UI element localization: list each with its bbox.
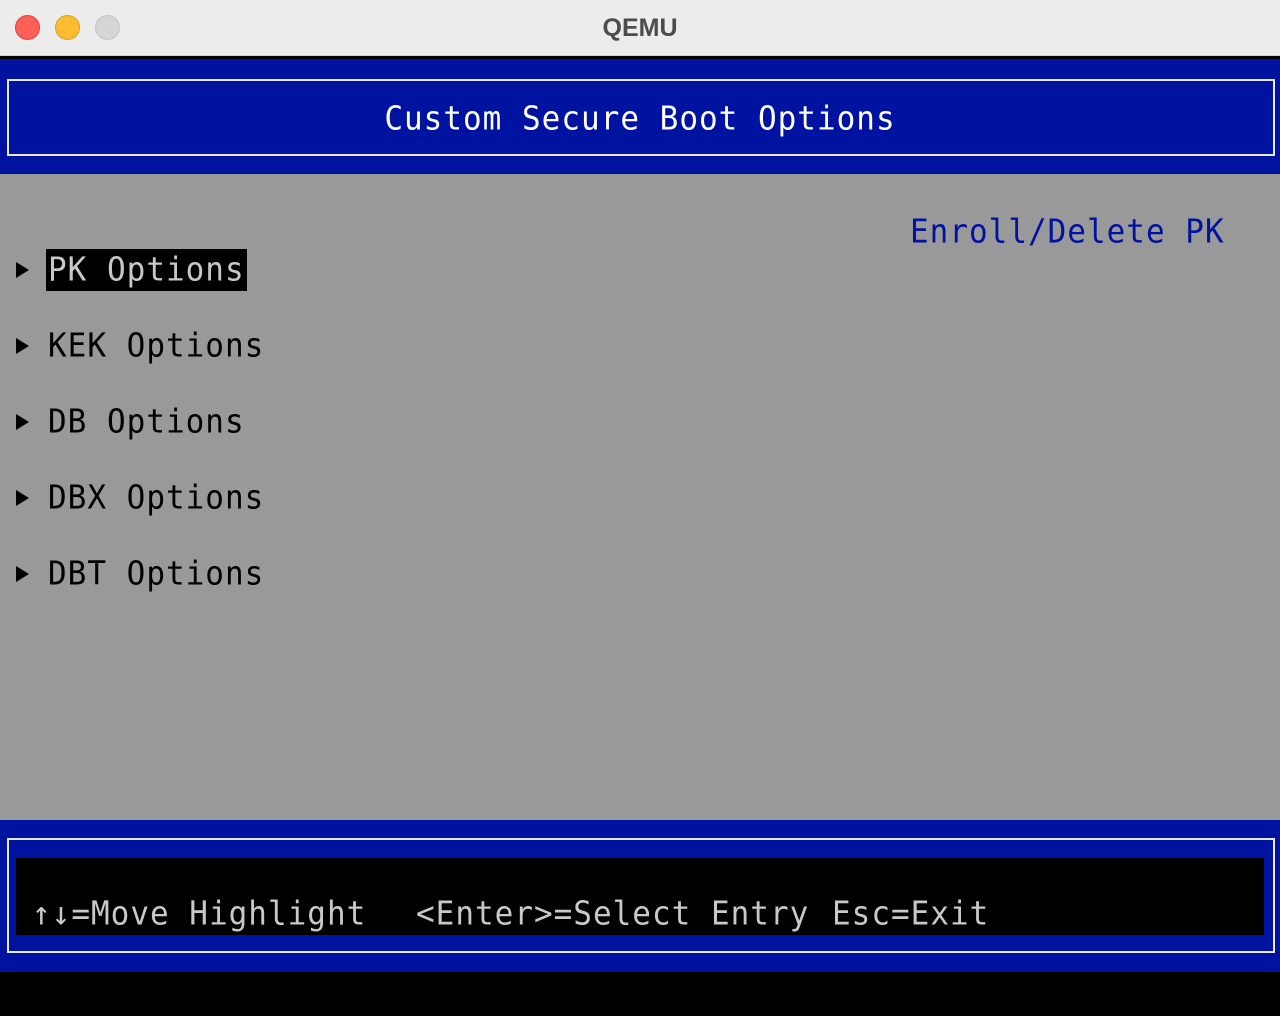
select-entry-hint: <Enter>=Select Entry [416, 895, 810, 933]
menu-item-kek-options[interactable]: KEK Options [0, 326, 400, 366]
bios-footer: ↑↓=Move Highlight <Enter>=Select Entry E… [0, 820, 1280, 972]
footer-hint-panel: ↑↓=Move Highlight <Enter>=Select Entry E… [16, 858, 1264, 935]
menu-item-dbt-options[interactable]: DBT Options [0, 554, 400, 594]
move-highlight-hint: ↑↓=Move Highlight [32, 895, 367, 933]
bios-header: Custom Secure Boot Options [0, 59, 1280, 174]
menu-item-db-options[interactable]: DB Options [0, 402, 400, 442]
submenu-arrow-icon [16, 338, 29, 354]
submenu-arrow-icon [16, 262, 29, 278]
footer-frame: ↑↓=Move Highlight <Enter>=Select Entry E… [7, 838, 1275, 953]
menu-item-label: PK Options [46, 249, 247, 291]
menu-item-label: DB Options [48, 403, 245, 441]
menu-area: Enroll/Delete PK PK Options KEK Options … [0, 174, 1280, 820]
menu-item-label: KEK Options [48, 327, 265, 365]
help-text: Enroll/Delete PK [910, 213, 1225, 251]
menu-item-label: DBX Options [48, 479, 265, 517]
page-title: Custom Secure Boot Options [384, 100, 896, 138]
submenu-arrow-icon [16, 414, 29, 430]
exit-hint: Esc=Exit [832, 895, 990, 933]
submenu-arrow-icon [16, 566, 29, 582]
menu-item-label: DBT Options [48, 555, 265, 593]
submenu-arrow-icon [16, 490, 29, 506]
bios-screen: Custom Secure Boot Options Enroll/Delete… [0, 56, 1280, 1016]
window-title: QEMU [602, 14, 678, 42]
menu-item-pk-options[interactable]: PK Options [0, 249, 400, 291]
window-titlebar: QEMU [0, 0, 1280, 56]
menu-item-dbx-options[interactable]: DBX Options [0, 478, 400, 518]
